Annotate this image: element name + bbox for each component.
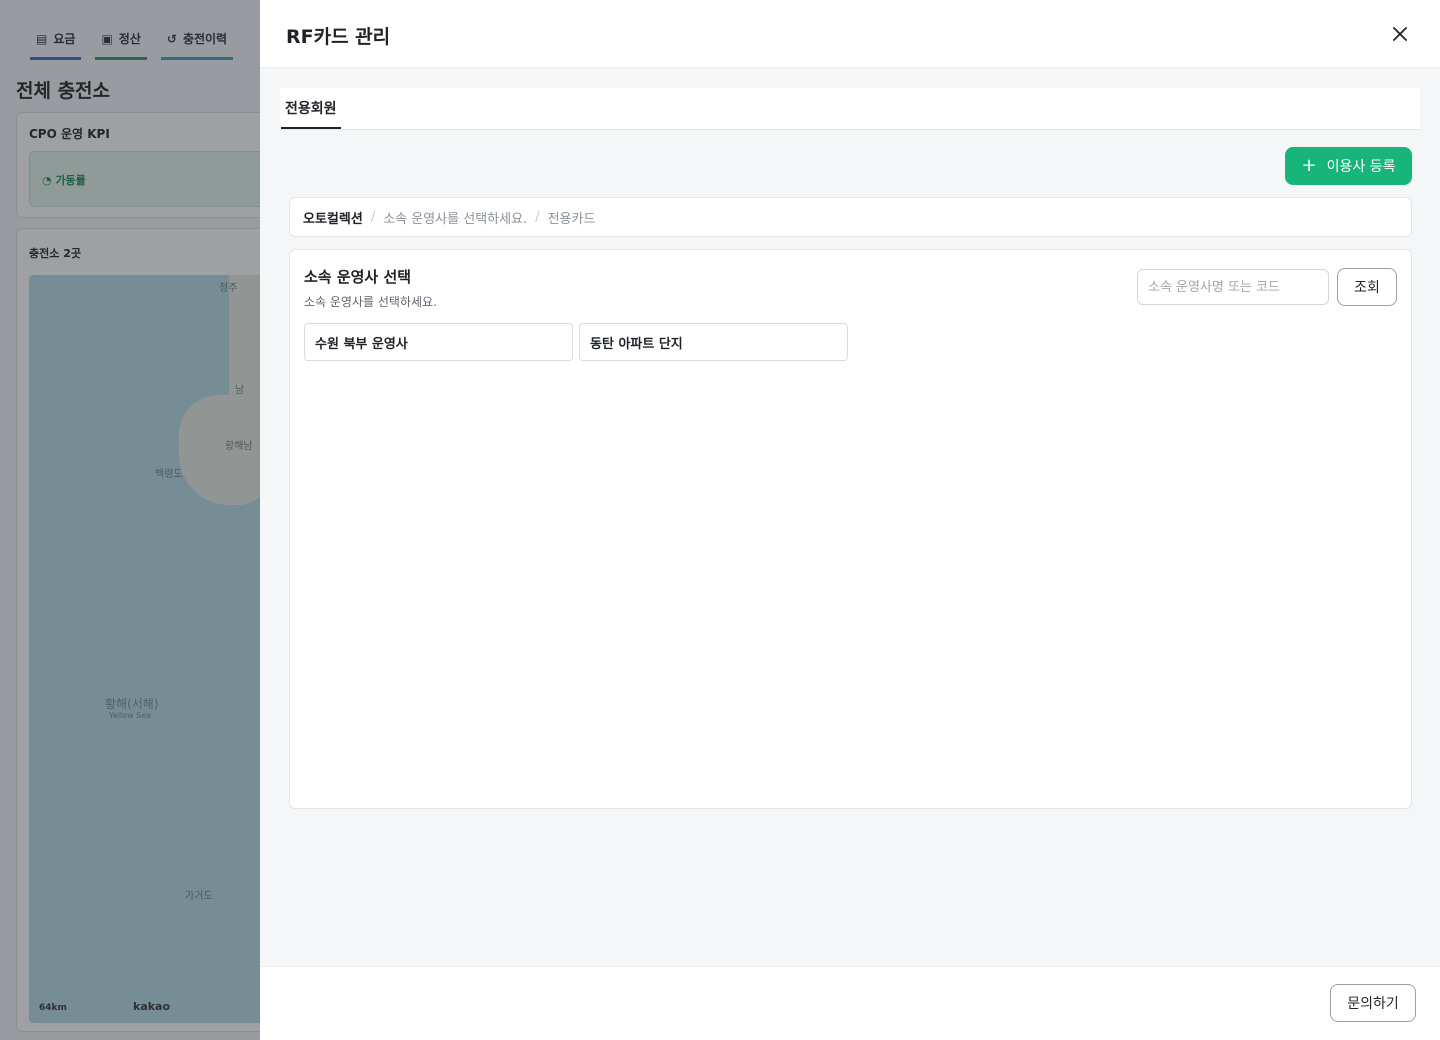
close-icon: [1393, 27, 1407, 41]
inquiry-button[interactable]: 문의하기: [1330, 984, 1416, 1022]
breadcrumb: 오토컬렉션 / 소속 운영사를 선택하세요. / 전용카드: [289, 197, 1412, 237]
add-user-button[interactable]: + 이용사 등록: [1285, 147, 1412, 185]
panel-subtitle: 소속 운영사를 선택하세요.: [304, 295, 437, 309]
panel-title: 소속 운영사 선택: [304, 268, 412, 286]
close-button[interactable]: [1388, 22, 1412, 46]
list-item[interactable]: 동탄 아파트 단지: [579, 323, 848, 361]
operator-list: 수원 북부 운영사 동탄 아파트 단지: [304, 323, 848, 361]
breadcrumb-item: 소속 운영사를 선택하세요.: [383, 211, 528, 227]
tab-dedicated-members[interactable]: 전용회원: [281, 88, 341, 129]
rf-card-drawer: RF카드 관리 전용회원 + 이용사 등록 오토컬렉션 / 소속 운영사를 선택…: [260, 0, 1440, 1040]
breadcrumb-separator: /: [535, 209, 540, 225]
tabs-bar: 전용회원: [280, 88, 1420, 130]
search-button[interactable]: 조회: [1337, 268, 1397, 306]
list-item[interactable]: 수원 북부 운영사: [304, 323, 573, 361]
breadcrumb-item: 전용카드: [547, 211, 596, 227]
drawer-header: RF카드 관리: [260, 0, 1440, 68]
breadcrumb-separator: /: [370, 209, 376, 225]
operator-select-panel: 소속 운영사 선택 소속 운영사를 선택하세요. 조회 수원 북부 운영사 동탄…: [289, 249, 1412, 809]
breadcrumb-root[interactable]: 오토컬렉션: [303, 208, 363, 227]
operator-search-input[interactable]: [1137, 269, 1329, 305]
plus-icon: +: [1301, 155, 1317, 176]
drawer-footer: 문의하기: [260, 966, 1440, 1040]
drawer-title: RF카드 관리: [286, 26, 391, 48]
